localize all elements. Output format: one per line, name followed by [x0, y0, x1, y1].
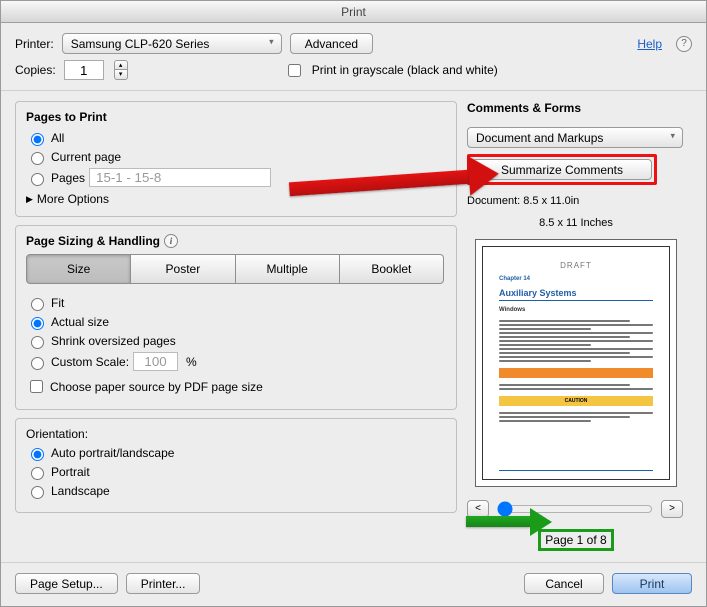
print-button[interactable]: Print	[612, 573, 692, 594]
thumb-warning-band	[499, 368, 653, 378]
copies-label: Copies:	[15, 63, 56, 77]
pages-current-radio[interactable]	[31, 152, 44, 165]
sizing-title: Page Sizing & Handling	[26, 234, 160, 248]
printer-label: Printer:	[15, 37, 54, 51]
percent-label: %	[186, 355, 197, 369]
copies-stepper[interactable]: ▴ ▾	[114, 60, 128, 80]
help-link[interactable]: Help	[637, 37, 662, 51]
page-of-label: Page 1 of 8	[545, 533, 606, 547]
page-thumbnail: DRAFT Chapter 14 Auxiliary Systems Windo…	[482, 246, 670, 480]
copies-up[interactable]: ▴	[114, 60, 128, 70]
preview-next-button[interactable]: >	[661, 500, 683, 518]
document-size-label: Document: 8.5 x 11.0in	[467, 195, 685, 207]
custom-scale-input[interactable]	[133, 352, 178, 371]
copies-input[interactable]	[64, 60, 104, 80]
copies-down[interactable]: ▾	[114, 70, 128, 80]
pages-current-label: Current page	[51, 150, 121, 164]
thumb-draft: DRAFT	[499, 261, 653, 270]
summarize-comments-button[interactable]: Summarize Comments	[472, 159, 652, 180]
printer-button[interactable]: Printer...	[126, 573, 201, 594]
grayscale-label: Print in grayscale (black and white)	[312, 63, 498, 77]
choose-source-label: Choose paper source by PDF page size	[50, 380, 263, 394]
seg-poster[interactable]: Poster	[131, 254, 235, 284]
pages-all-label: All	[51, 131, 64, 145]
orientation-group: Orientation: Auto portrait/landscape Por…	[15, 418, 457, 513]
custom-scale-radio[interactable]	[31, 357, 44, 370]
fit-radio[interactable]	[31, 298, 44, 311]
orientation-landscape-radio[interactable]	[31, 486, 44, 499]
shrink-radio[interactable]	[31, 336, 44, 349]
print-dialog: Print Printer: Samsung CLP-620 Series Ad…	[0, 0, 707, 607]
pages-title: Pages to Print	[26, 110, 446, 124]
printer-select[interactable]: Samsung CLP-620 Series	[62, 33, 282, 54]
advanced-button[interactable]: Advanced	[290, 33, 373, 54]
preview-caption: 8.5 x 11 Inches	[467, 217, 685, 229]
thumb-caution-band: CAUTION	[499, 396, 653, 406]
fit-label: Fit	[51, 296, 64, 310]
more-options-label: More Options	[37, 192, 109, 206]
actual-size-radio[interactable]	[31, 317, 44, 330]
orientation-landscape-label: Landscape	[51, 484, 110, 498]
custom-scale-label: Custom Scale:	[51, 355, 129, 369]
pages-to-print-group: Pages to Print All Current page Pages	[15, 101, 457, 217]
grayscale-checkbox[interactable]	[288, 64, 301, 77]
actual-size-label: Actual size	[51, 315, 109, 329]
shrink-label: Shrink oversized pages	[51, 334, 176, 348]
more-options-toggle[interactable]: ▶ More Options	[26, 192, 446, 206]
seg-multiple[interactable]: Multiple	[236, 254, 340, 284]
window-title: Print	[1, 1, 706, 23]
comments-forms-title: Comments & Forms	[467, 101, 685, 115]
info-icon[interactable]: i	[164, 234, 178, 248]
pages-range-radio[interactable]	[31, 173, 44, 186]
thumb-heading: Auxiliary Systems	[499, 288, 653, 298]
orientation-portrait-label: Portrait	[51, 465, 90, 479]
annotation-highlight-summarize: Summarize Comments	[467, 154, 657, 185]
sizing-group: Page Sizing & Handling i Size Poster Mul…	[15, 225, 457, 410]
orientation-auto-radio[interactable]	[31, 448, 44, 461]
seg-booklet[interactable]: Booklet	[340, 254, 444, 284]
pages-all-radio[interactable]	[31, 133, 44, 146]
thumb-chapter: Chapter 14	[499, 276, 653, 282]
orientation-portrait-radio[interactable]	[31, 467, 44, 480]
annotation-highlight-page-of: Page 1 of 8	[538, 529, 613, 551]
orientation-auto-label: Auto portrait/landscape	[51, 446, 174, 460]
preview-prev-button[interactable]: <	[467, 500, 489, 518]
orientation-title: Orientation:	[26, 427, 88, 441]
help-icon[interactable]: ?	[676, 36, 692, 52]
comments-forms-select[interactable]: Document and Markups	[467, 127, 683, 148]
seg-size[interactable]: Size	[26, 254, 131, 284]
preview-pane: DRAFT Chapter 14 Auxiliary Systems Windo…	[475, 239, 677, 487]
page-setup-button[interactable]: Page Setup...	[15, 573, 118, 594]
cancel-button[interactable]: Cancel	[524, 573, 604, 594]
choose-source-checkbox[interactable]	[30, 380, 43, 393]
pages-range-label: Pages	[51, 171, 85, 185]
preview-slider[interactable]	[497, 501, 653, 517]
bottom-bar: Page Setup... Printer... Cancel Print	[1, 562, 706, 606]
pages-range-input[interactable]	[89, 168, 271, 187]
disclosure-triangle-icon: ▶	[26, 194, 33, 205]
